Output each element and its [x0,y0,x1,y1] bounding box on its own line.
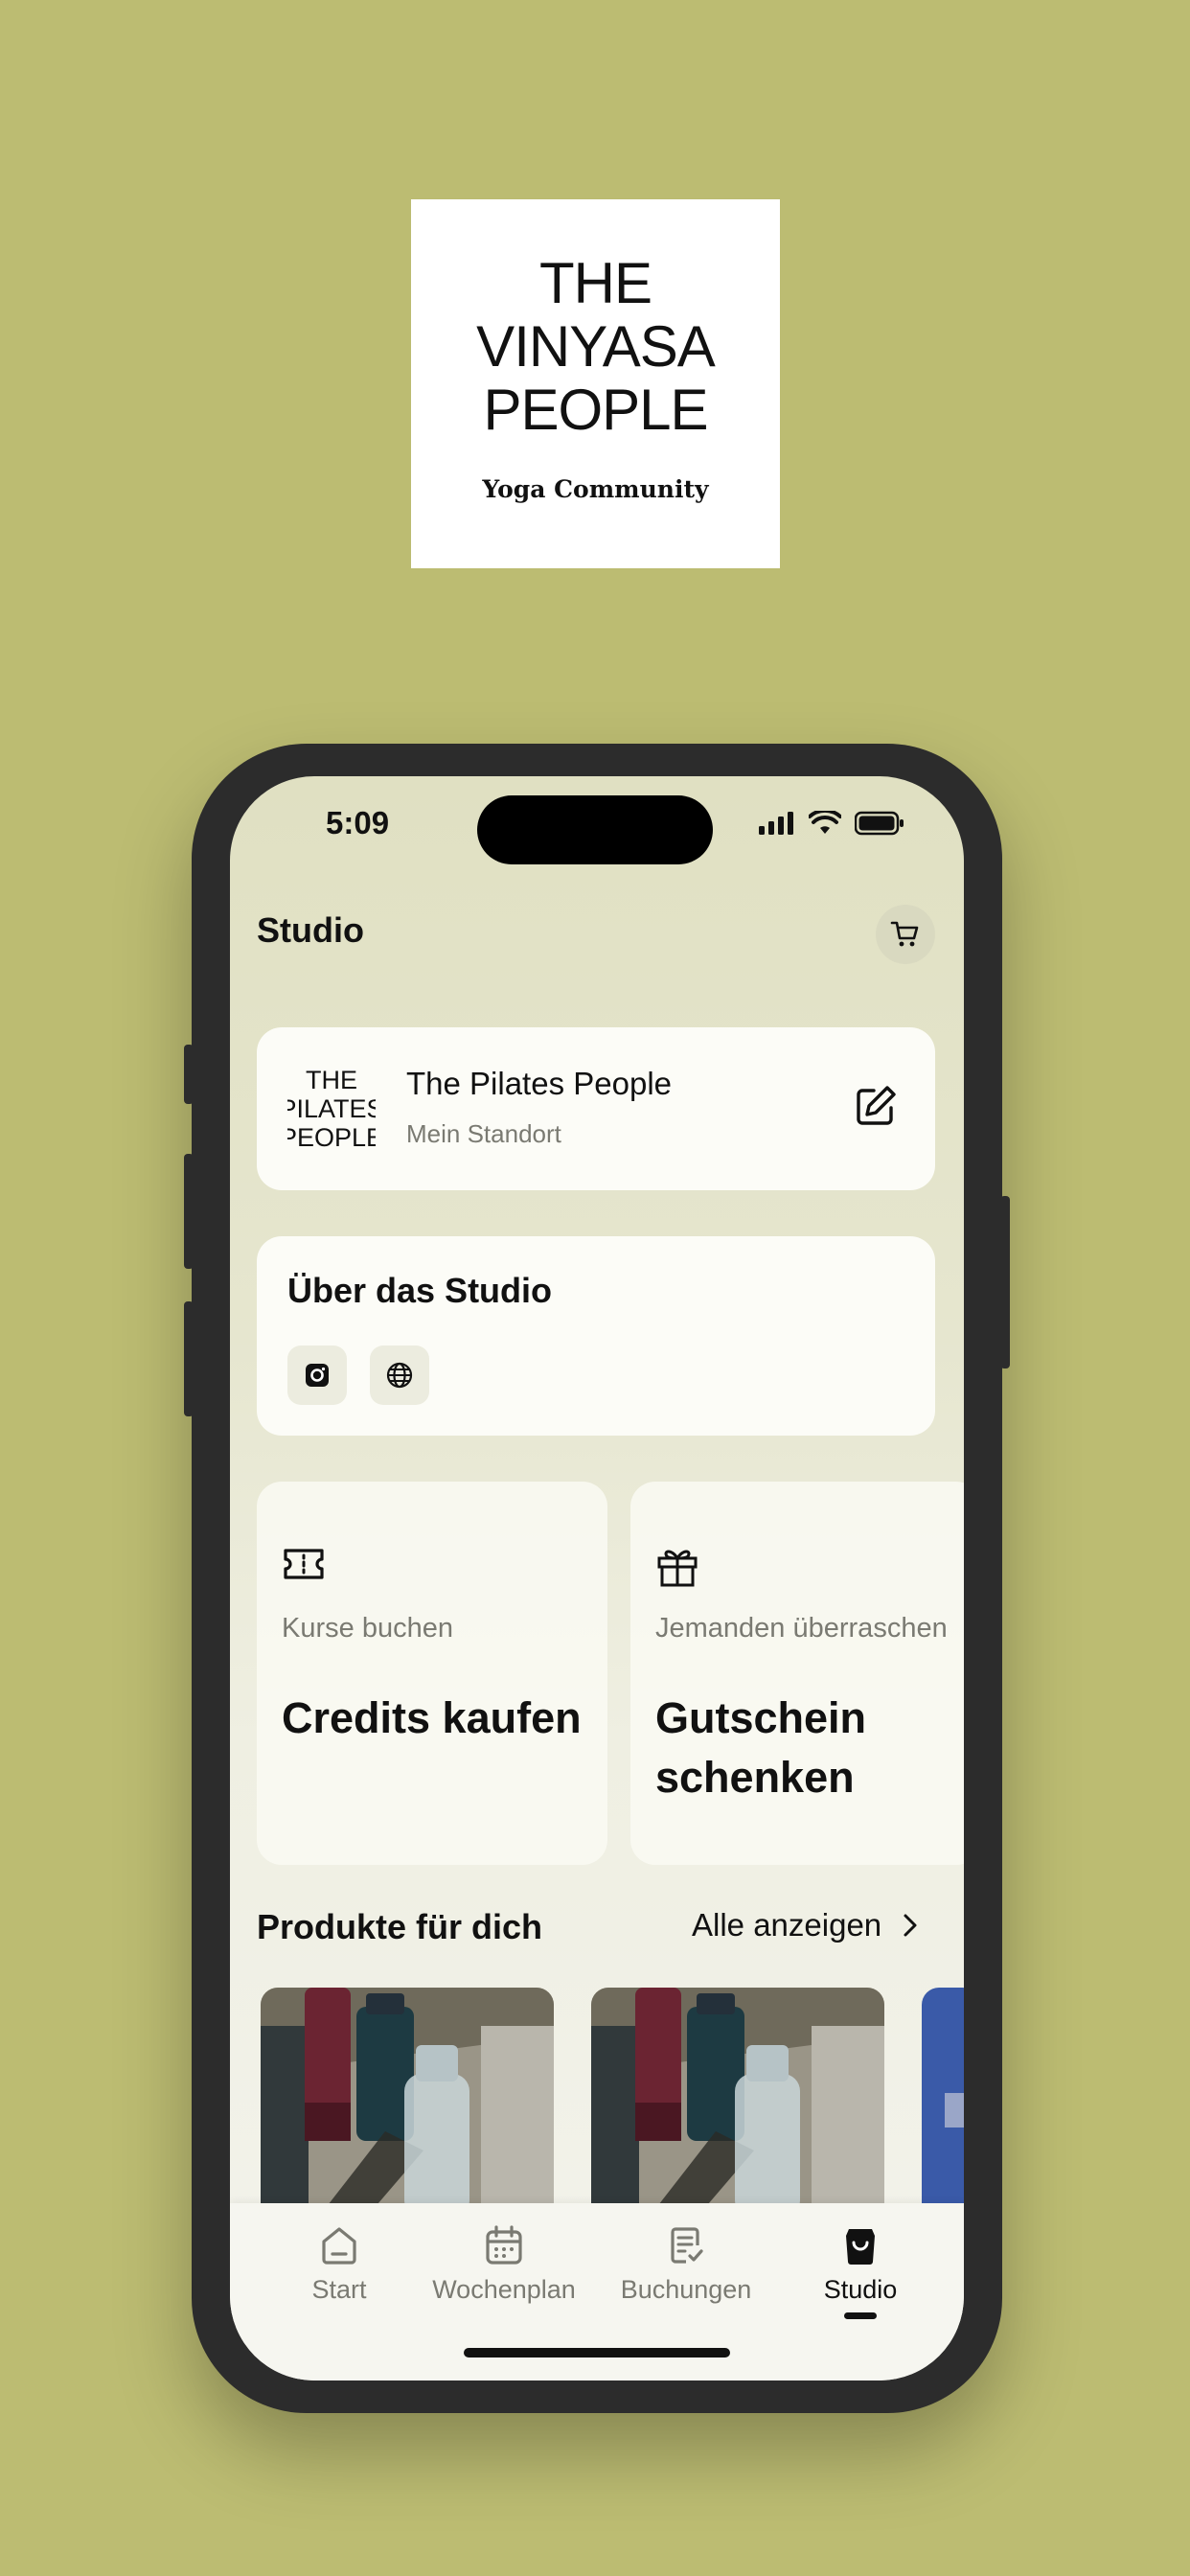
tab-label: Wochenplan [432,2275,576,2304]
edit-icon [857,1086,896,1125]
dynamic-island [477,795,713,864]
cart-icon [890,921,919,947]
instagram-icon [306,1364,329,1387]
shopping-bag-icon [846,2229,875,2265]
volume-down-button [184,1301,194,1416]
status-time: 5:09 [326,805,390,840]
tile-title: Credits kaufen [282,1693,582,1742]
calendar-icon [486,2225,522,2265]
tab-wochenplan[interactable]: Wochenplan [427,2224,581,2305]
logo-line: VINYASA [476,314,716,379]
product-card-image[interactable] [922,1988,964,2218]
app-screen: 5:09 Studio THE PILATES PEOPLE The Pilat… [230,776,964,2380]
products-heading: Produkte für dich [257,1907,543,1946]
logo-line: PEOPLE [483,378,708,442]
page-title: Studio [257,910,364,950]
home-indicator[interactable] [464,2348,730,2358]
studio-location-label: Mein Standort [406,1119,561,1148]
edit-location-button[interactable] [853,1083,899,1134]
studio-logo: THE PILATES PEOPLE [287,1066,376,1154]
ticket-icon [284,1549,324,1579]
logo-subtitle: Yoga Community [482,475,709,503]
gift-voucher-tile[interactable]: Jemanden überraschen Gutschein schenken [630,1482,964,1865]
product-card-image[interactable] [261,1988,554,2218]
tab-buchungen[interactable]: Buchungen [619,2224,753,2305]
studio-logo-line: PILATES [287,1094,376,1123]
water-bottles-image [591,1988,884,2218]
studio-logo-line: THE [306,1066,357,1094]
tile-kicker: Jemanden überraschen [655,1613,948,1644]
phone-frame: 5:09 Studio THE PILATES PEOPLE The Pilat… [184,744,1010,2413]
status-icons [759,811,904,836]
logo-line: THE [539,251,652,315]
buy-credits-tile[interactable]: Kurse buchen Credits kaufen [257,1482,607,1865]
mute-switch [184,1045,194,1104]
studio-name: The Pilates People [406,1066,673,1101]
website-button[interactable] [370,1346,429,1405]
home-icon [322,2227,356,2265]
instagram-button[interactable] [287,1346,347,1405]
show-all-link[interactable]: Alle anzeigen [692,1907,918,1944]
about-card: Über das Studio [257,1236,935,1436]
product-thumbnail [945,2093,964,2128]
tile-title: Gutschein schenken [655,1693,867,1802]
tab-label: Buchungen [620,2275,752,2304]
about-title: Über das Studio [287,1271,553,1310]
studio-logo-line: PEOPLE [287,1123,376,1152]
power-button [1000,1196,1010,1368]
active-tab-indicator [844,2312,877,2319]
cart-button[interactable] [876,905,935,964]
product-card-image[interactable] [591,1988,884,2218]
gift-icon [657,1550,698,1587]
water-bottles-image [261,1988,554,2218]
tab-label: Studio [823,2275,898,2304]
location-card[interactable]: THE PILATES PEOPLE The Pilates People Me… [257,1027,935,1190]
tab-start[interactable]: Start [287,2224,391,2305]
signal-icon [759,812,793,835]
wifi-icon [809,811,841,834]
bookings-icon [671,2227,703,2264]
volume-up-button [184,1154,194,1269]
battery-icon [855,811,904,836]
globe-icon [386,1362,413,1389]
tab-label: Start [311,2275,367,2304]
tab-studio[interactable]: Studio [812,2224,908,2319]
brand-logo: THE VINYASA PEOPLE Yoga Community [411,199,780,568]
tile-kicker: Kurse buchen [282,1613,453,1644]
chevron-right-icon [904,1914,917,1937]
show-all-label: Alle anzeigen [692,1907,882,1943]
